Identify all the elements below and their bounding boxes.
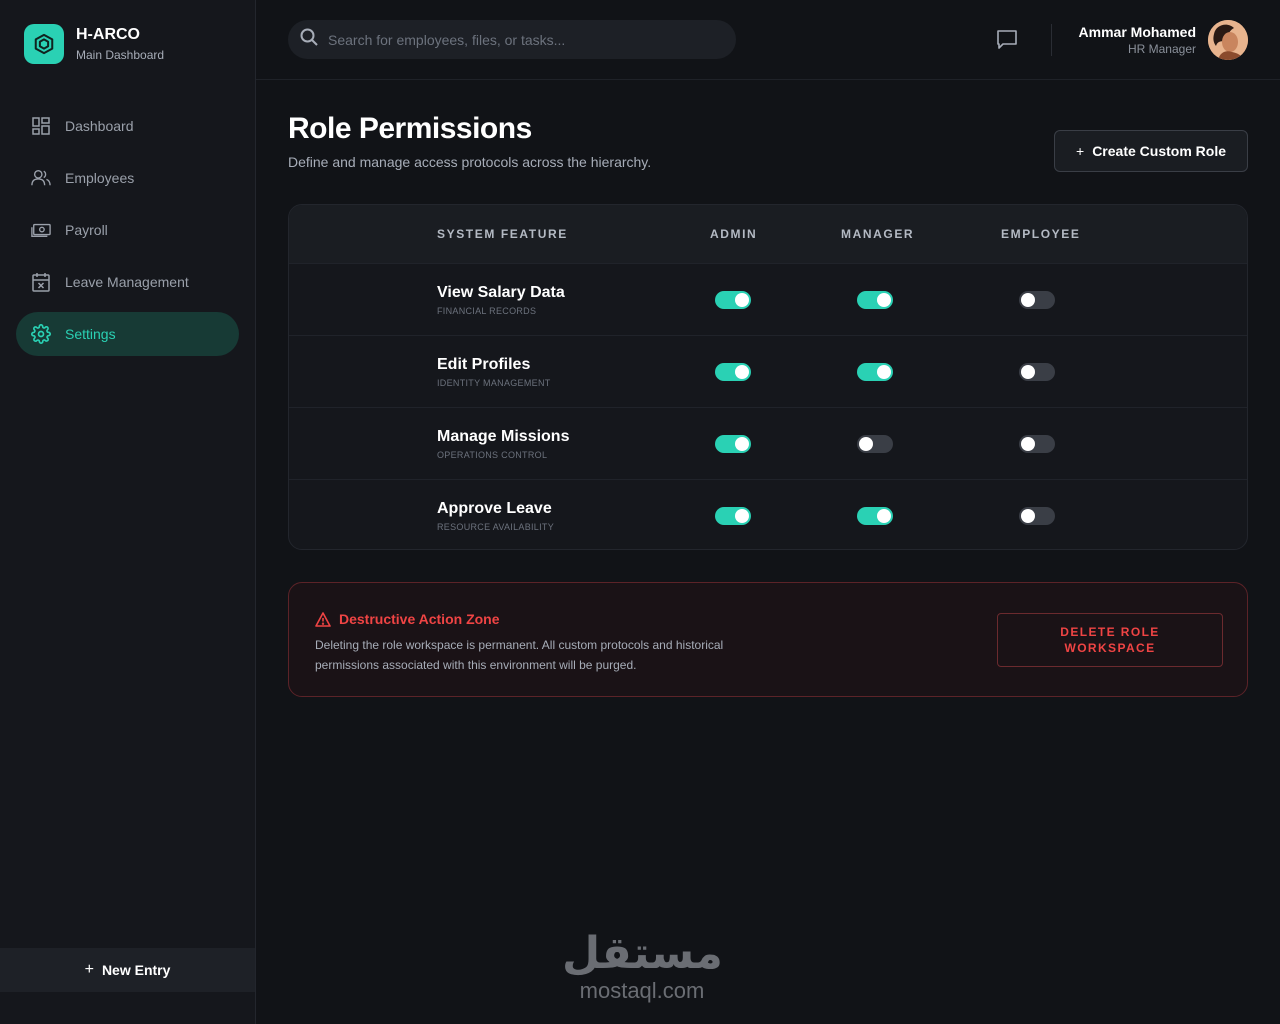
brand[interactable]: H-ARCO Main Dashboard — [24, 24, 164, 64]
danger-title: Destructive Action Zone — [339, 611, 500, 627]
toggle-knob — [877, 365, 891, 379]
gear-icon — [31, 324, 51, 344]
toggle-knob — [1021, 509, 1035, 523]
toggle-knob — [735, 293, 749, 307]
delete-button-line1: DELETE ROLE — [1060, 625, 1160, 639]
sidebar: H-ARCO Main Dashboard Dashboard Employee… — [0, 0, 256, 1024]
user-profile[interactable]: Ammar Mohamed HR Manager — [1079, 20, 1248, 60]
admin-permission-toggle[interactable] — [715, 435, 751, 453]
avatar[interactable] — [1208, 20, 1248, 60]
create-custom-role-label: Create Custom Role — [1092, 143, 1226, 159]
manager-permission-toggle[interactable] — [857, 291, 893, 309]
admin-permission-toggle[interactable] — [715, 507, 751, 525]
page-title: Role Permissions — [288, 112, 532, 145]
messages-button[interactable] — [996, 28, 1018, 50]
table-row: View Salary Data FINANCIAL RECORDS — [289, 263, 1247, 335]
search-icon — [300, 28, 318, 51]
table-header: SYSTEM FEATURE ADMIN MANAGER EMPLOYEE — [289, 205, 1247, 263]
sidebar-item-settings[interactable]: Settings — [16, 312, 239, 356]
sidebar-item-employees[interactable]: Employees — [16, 156, 239, 200]
sidebar-item-leave-management[interactable]: Leave Management — [16, 260, 239, 304]
employee-permission-toggle[interactable] — [1019, 291, 1055, 309]
user-name: Ammar Mohamed — [1078, 24, 1196, 40]
search-input[interactable] — [328, 31, 708, 48]
table-row: Manage Missions OPERATIONS CONTROL — [289, 407, 1247, 479]
calendar-x-icon — [31, 272, 51, 292]
sidebar-item-label: Payroll — [65, 222, 108, 238]
feature-category: IDENTITY MANAGEMENT — [437, 378, 551, 388]
brand-name: H-ARCO — [76, 26, 140, 43]
grid-icon — [31, 116, 51, 136]
permissions-table: SYSTEM FEATURE ADMIN MANAGER EMPLOYEE Vi… — [288, 204, 1248, 550]
destructive-action-zone: Destructive Action Zone Deleting the rol… — [288, 582, 1248, 697]
header-employee: EMPLOYEE — [1001, 227, 1081, 241]
toggle-knob — [1021, 293, 1035, 307]
feature-name: Edit Profiles — [437, 356, 531, 373]
users-icon — [31, 168, 51, 188]
admin-permission-toggle[interactable] — [715, 291, 751, 309]
user-role: HR Manager — [1127, 42, 1196, 56]
toggle-knob — [1021, 437, 1035, 451]
new-entry-button[interactable]: + New Entry — [0, 948, 255, 992]
header-manager: MANAGER — [841, 227, 915, 241]
header-system-feature: SYSTEM FEATURE — [437, 227, 568, 241]
table-row: Edit Profiles IDENTITY MANAGEMENT — [289, 335, 1247, 407]
employee-permission-toggle[interactable] — [1019, 507, 1055, 525]
toggle-knob — [1021, 365, 1035, 379]
feature-category: OPERATIONS CONTROL — [437, 450, 548, 460]
toggle-knob — [735, 365, 749, 379]
top-bar: Ammar Mohamed HR Manager — [256, 0, 1280, 80]
brand-subtitle: Main Dashboard — [76, 48, 165, 62]
feature-category: RESOURCE AVAILABILITY — [437, 522, 555, 532]
topbar-divider — [1051, 24, 1052, 56]
feature-name: View Salary Data — [437, 284, 565, 301]
search-bar[interactable] — [288, 20, 736, 59]
new-entry-label: New Entry — [101, 962, 171, 978]
feature-name: Approve Leave — [437, 500, 552, 517]
sidebar-nav: Dashboard Employees Payroll Leave Manage… — [16, 104, 239, 364]
danger-description: Deleting the role workspace is permanent… — [315, 638, 724, 672]
watermark-logo: مستقل mostaql.com — [562, 928, 723, 1003]
watermark-arabic: مستقل — [562, 928, 723, 979]
manager-permission-toggle[interactable] — [857, 507, 893, 525]
feature-category: FINANCIAL RECORDS — [437, 306, 537, 316]
page-subtitle: Define and manage access protocols acros… — [288, 154, 652, 170]
admin-permission-toggle[interactable] — [715, 363, 751, 381]
sidebar-item-dashboard[interactable]: Dashboard — [16, 104, 239, 148]
manager-permission-toggle[interactable] — [857, 435, 893, 453]
manager-permission-toggle[interactable] — [857, 363, 893, 381]
money-icon — [31, 220, 51, 240]
employee-permission-toggle[interactable] — [1019, 435, 1055, 453]
brand-logo-icon — [24, 24, 64, 64]
chat-icon — [996, 30, 1018, 54]
feature-name: Manage Missions — [437, 428, 570, 445]
create-custom-role-button[interactable]: + Create Custom Role — [1054, 130, 1248, 172]
sidebar-item-label: Leave Management — [65, 274, 189, 290]
toggle-knob — [877, 293, 891, 307]
sidebar-item-label: Employees — [65, 170, 135, 186]
plus-icon: + — [1076, 143, 1085, 159]
watermark-latin: mostaql.com — [579, 978, 705, 1003]
delete-button-line2: WORKSPACE — [1064, 641, 1156, 655]
toggle-knob — [877, 509, 891, 523]
plus-icon: + — [84, 961, 94, 978]
sidebar-item-payroll[interactable]: Payroll — [16, 208, 239, 252]
toggle-knob — [859, 437, 873, 451]
toggle-knob — [735, 437, 749, 451]
sidebar-item-label: Settings — [65, 326, 116, 342]
table-row: Approve Leave RESOURCE AVAILABILITY — [289, 479, 1247, 549]
warning-icon — [315, 611, 331, 627]
sidebar-item-label: Dashboard — [65, 118, 134, 134]
delete-role-workspace-button[interactable]: DELETE ROLE WORKSPACE — [997, 613, 1223, 667]
header-admin: ADMIN — [710, 227, 758, 241]
employee-permission-toggle[interactable] — [1019, 363, 1055, 381]
toggle-knob — [735, 509, 749, 523]
